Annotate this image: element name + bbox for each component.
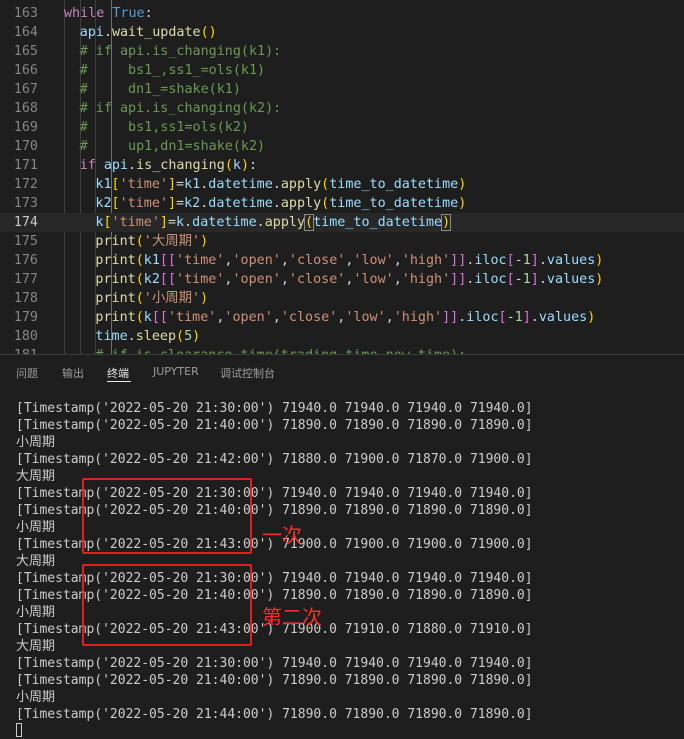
code-line[interactable]: 171 if api.is_changing(k): xyxy=(0,156,684,175)
code-text: api.wait_update() xyxy=(79,25,217,40)
terminal-line: [Timestamp('2022-05-20 21:44:00') 71890.… xyxy=(16,707,533,722)
code-line[interactable]: 178 print('小周期') xyxy=(0,289,684,308)
code-text: if api.is_changing(k): xyxy=(79,158,258,173)
line-number: 168 xyxy=(13,101,38,116)
line-number: 163 xyxy=(13,6,38,21)
code-text: while True: xyxy=(64,6,153,21)
code-text: print(k[['time','open','close','low','hi… xyxy=(95,310,596,325)
code-text: # dn1_=shake(k1) xyxy=(79,82,241,97)
code-text: k1['time']=k1.datetime.apply(time_to_dat… xyxy=(95,177,467,192)
code-line[interactable]: 176 print(k1[['time','open','close','low'… xyxy=(0,251,684,270)
code-line[interactable]: 181 # if is_clearance_time(trading_time,n… xyxy=(0,346,684,354)
code-text: # bs1_,ss1_=ols(k1) xyxy=(79,63,266,78)
code-line[interactable]: 168 # if api.is_changing(k2): xyxy=(0,99,684,118)
code-text: k['time']=k.datetime.apply(time_to_datet… xyxy=(95,214,452,231)
line-number: 178 xyxy=(13,291,38,306)
tab-output[interactable]: 输出 xyxy=(62,365,84,381)
tab-jupyter[interactable]: JUPYTER xyxy=(153,365,199,378)
text-cursor xyxy=(450,214,452,230)
line-number: 180 xyxy=(13,329,38,344)
terminal-line: 小周期 xyxy=(16,520,56,535)
line-number: 173 xyxy=(13,196,38,211)
line-number: 171 xyxy=(13,158,38,173)
code-text: k2['time']=k2.datetime.apply(time_to_dat… xyxy=(95,196,467,211)
code-text: time.sleep(5) xyxy=(95,329,201,344)
terminal-line: 小周期 xyxy=(16,435,56,450)
code-line[interactable]: 167 # dn1_=shake(k1) xyxy=(0,80,684,99)
annotation-second: 第二次 xyxy=(262,605,322,629)
terminal-line: 大周期 xyxy=(16,639,56,654)
active-tab-indicator xyxy=(107,381,131,382)
code-editor[interactable]: 163 while True: 164 api.wait_update() 165 # i… xyxy=(0,0,684,354)
code-text: print(k1[['time','open','close','low','h… xyxy=(95,253,604,268)
code-line[interactable]: 164 api.wait_update() xyxy=(0,23,684,42)
terminal-line: [Timestamp('2022-05-20 21:40:00') 71890.… xyxy=(16,673,533,688)
terminal-line: [Timestamp('2022-05-20 21:30:00') 71940.… xyxy=(16,656,533,671)
line-number: 174 xyxy=(13,215,38,230)
line-number: 181 xyxy=(0,346,38,354)
line-number: 166 xyxy=(13,63,38,78)
annotation-first: 一次 xyxy=(262,523,302,547)
code-text: print('大周期') xyxy=(95,234,209,249)
tab-terminal[interactable]: 终端 xyxy=(107,365,129,381)
code-line[interactable]: 174 k['time']=k.datetime.apply(time_to_da… xyxy=(0,213,684,232)
code-text: # if api.is_changing(k1): xyxy=(79,44,282,59)
highlight-box-first xyxy=(82,478,252,554)
code-text: # up1,dn1=shake(k2) xyxy=(79,139,266,154)
line-number: 167 xyxy=(13,82,38,97)
code-line[interactable]: 170 # up1,dn1=shake(k2) xyxy=(0,137,684,156)
line-number: 172 xyxy=(13,177,38,192)
code-line[interactable]: 173 k2['time']=k2.datetime.apply(time_to_… xyxy=(0,194,684,213)
line-number: 179 xyxy=(13,310,38,325)
terminal-line: 小周期 xyxy=(16,605,56,620)
code-line[interactable]: 165 # if api.is_changing(k1): xyxy=(0,42,684,61)
line-number: 164 xyxy=(13,25,38,40)
code-line[interactable]: 172 k1['time']=k1.datetime.apply(time_to_… xyxy=(0,175,684,194)
line-number: 169 xyxy=(13,120,38,135)
terminal-line: [Timestamp('2022-05-20 21:42:00') 71880.… xyxy=(16,452,533,467)
code-text: # if api.is_changing(k2): xyxy=(79,101,282,116)
tab-problems[interactable]: 问题 xyxy=(16,365,38,381)
code-text: # if is_clearance_time(trading_time,now_… xyxy=(95,346,466,354)
tab-debug-console[interactable]: 调试控制台 xyxy=(220,365,275,381)
code-text: # bs1,ss1=ols(k2) xyxy=(79,120,249,135)
line-number: 165 xyxy=(13,44,38,59)
highlight-box-second xyxy=(82,564,252,646)
line-number: 175 xyxy=(13,234,38,249)
code-line[interactable]: 166 # bs1_,ss1_=ols(k1) xyxy=(0,61,684,80)
line-number: 177 xyxy=(13,272,38,287)
terminal-line: [Timestamp('2022-05-20 21:40:00') 71890.… xyxy=(16,418,533,433)
terminal-line: 大周期 xyxy=(16,469,56,484)
terminal-line: [Timestamp('2022-05-20 21:30:00') 71940.… xyxy=(16,401,533,416)
line-number: 170 xyxy=(13,139,38,154)
code-line[interactable]: 177 print(k2[['time','open','close','low'… xyxy=(0,270,684,289)
code-line[interactable]: 175 print('大周期') xyxy=(0,232,684,251)
terminal-line: 小周期 xyxy=(16,690,56,705)
code-text: print('小周期') xyxy=(95,291,209,306)
code-line[interactable]: 179 print(k[['time','open','close','low',… xyxy=(0,308,684,327)
terminal-line: 大周期 xyxy=(16,554,56,569)
terminal-cursor xyxy=(16,723,22,737)
code-line[interactable]: 169 # bs1,ss1=ols(k2) xyxy=(0,118,684,137)
code-line[interactable]: 163 while True: xyxy=(0,4,684,23)
code-line[interactable]: 180 time.sleep(5) xyxy=(0,327,684,346)
code-text: print(k2[['time','open','close','low','h… xyxy=(95,272,604,287)
panel-tab-bar: 问题 输出 终端 JUPYTER 调试控制台 xyxy=(0,355,684,387)
line-number: 176 xyxy=(13,253,38,268)
